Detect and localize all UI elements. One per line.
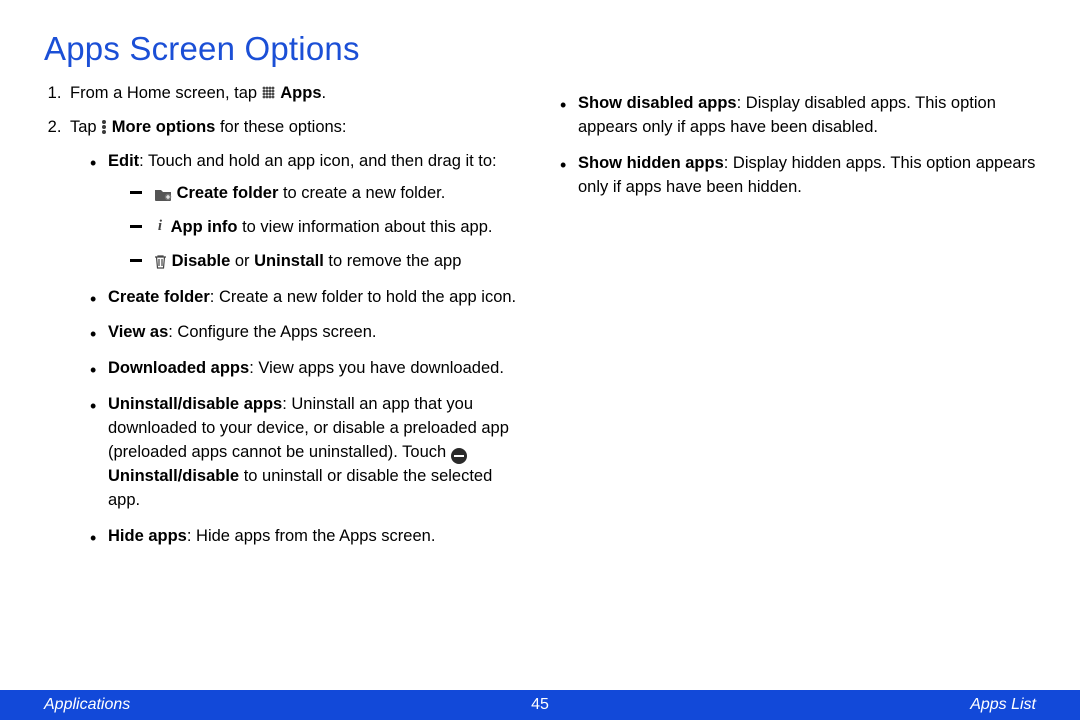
- page-number: 45: [531, 696, 549, 714]
- step-1-text-pre: From a Home screen, tap: [70, 84, 262, 102]
- trash-icon: [154, 253, 167, 268]
- sh-label: Show hidden apps: [578, 154, 724, 172]
- manual-page: Apps Screen Options From a Home screen, …: [0, 0, 1080, 720]
- hide-text: : Hide apps from the Apps screen.: [187, 527, 436, 545]
- more-options-icon: [101, 119, 107, 135]
- dl-text: : View apps you have downloaded.: [249, 359, 504, 377]
- options-list: Edit: Touch and hold an app icon, and th…: [70, 150, 520, 549]
- step-1: From a Home screen, tap Apps.: [66, 82, 520, 106]
- footer-section: Applications: [44, 696, 130, 714]
- step-2-text-post: for these options:: [215, 118, 346, 136]
- option-show-hidden: Show hidden apps: Display hidden apps. T…: [560, 152, 1036, 200]
- steps-list: From a Home screen, tap Apps.: [44, 82, 520, 549]
- va-text: : Configure the Apps screen.: [168, 323, 376, 341]
- right-column: Show disabled apps: Display disabled app…: [560, 82, 1036, 561]
- page-footer: Applications 45 Apps List: [0, 690, 1080, 720]
- create-folder-label: Create folder: [177, 184, 279, 202]
- dl-label: Downloaded apps: [108, 359, 249, 377]
- subopt-create-folder: Create folder to create a new folder.: [130, 182, 520, 206]
- options-list-continued: Show disabled apps: Display disabled app…: [560, 92, 1036, 200]
- ud-label: Uninstall/disable apps: [108, 395, 282, 413]
- option-show-disabled: Show disabled apps: Display disabled app…: [560, 92, 1036, 140]
- subopt-app-info: i App info to view information about thi…: [130, 216, 520, 240]
- uninstall-label: Uninstall: [254, 252, 324, 270]
- more-options-label: More options: [112, 118, 216, 136]
- step-1-text-post: .: [322, 84, 327, 102]
- info-icon: i: [154, 219, 166, 233]
- folder-plus-icon: [154, 185, 172, 199]
- cf-text: : Create a new folder to hold the app ic…: [210, 288, 516, 306]
- content-columns: From a Home screen, tap Apps.: [44, 82, 1036, 561]
- option-downloaded: Downloaded apps: View apps you have down…: [90, 357, 520, 381]
- disable-mid: or: [230, 252, 254, 270]
- apps-grid-icon: [262, 86, 276, 100]
- option-create-folder: Create folder: Create a new folder to ho…: [90, 286, 520, 310]
- left-column: From a Home screen, tap Apps.: [44, 82, 520, 561]
- option-view-as: View as: Configure the Apps screen.: [90, 321, 520, 345]
- cf-label: Create folder: [108, 288, 210, 306]
- apps-label: Apps: [280, 84, 321, 102]
- disable-text: to remove the app: [324, 252, 462, 270]
- ud-label2: Uninstall/disable: [108, 467, 239, 485]
- sd-label: Show disabled apps: [578, 94, 737, 112]
- app-info-text: to view information about this app.: [238, 218, 493, 236]
- disable-label: Disable: [172, 252, 231, 270]
- step-2-text-pre: Tap: [70, 118, 101, 136]
- va-label: View as: [108, 323, 168, 341]
- subopt-disable-uninstall: Disable or Uninstall to remove the app: [130, 250, 520, 274]
- app-info-label: App info: [171, 218, 238, 236]
- step-2: Tap More options for these options: Edit…: [66, 116, 520, 549]
- option-edit: Edit: Touch and hold an app icon, and th…: [90, 150, 520, 274]
- hide-label: Hide apps: [108, 527, 187, 545]
- edit-sublist: Create folder to create a new folder. i …: [108, 182, 520, 274]
- footer-subsection: Apps List: [970, 696, 1036, 714]
- create-folder-text: to create a new folder.: [278, 184, 445, 202]
- page-title: Apps Screen Options: [44, 30, 1036, 68]
- edit-text: : Touch and hold an app icon, and then d…: [139, 152, 496, 170]
- option-hide-apps: Hide apps: Hide apps from the Apps scree…: [90, 525, 520, 549]
- edit-label: Edit: [108, 152, 139, 170]
- minus-circle-icon: [451, 448, 467, 464]
- option-uninstall-disable: Uninstall/disable apps: Uninstall an app…: [90, 393, 520, 513]
